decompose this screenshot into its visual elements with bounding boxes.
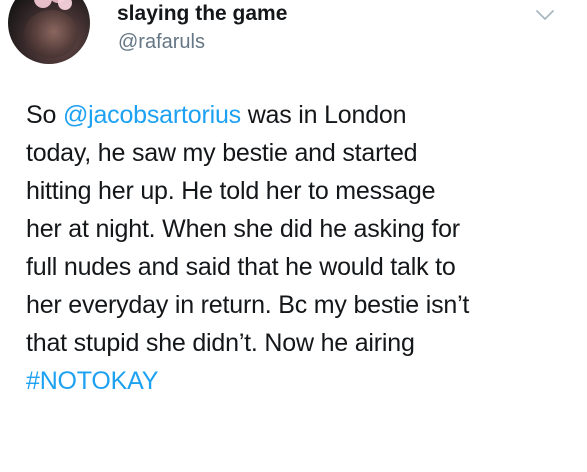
avatar[interactable] bbox=[8, 0, 90, 64]
tweet-line: hitting her up. He told her to message bbox=[26, 177, 436, 205]
flower-decoration bbox=[34, 0, 52, 8]
tweet-text: So @jacobsartorius was in London today, … bbox=[26, 96, 574, 400]
tweet-text-segment: was in London bbox=[240, 101, 407, 129]
chevron-down-icon[interactable] bbox=[534, 6, 556, 24]
avatar-photo bbox=[24, 10, 78, 58]
hashtag-link[interactable]: #NOTOKAY bbox=[26, 362, 574, 400]
tweet-line: So @jacobsartorius was in London bbox=[26, 96, 574, 134]
display-name[interactable]: slaying the game bbox=[117, 1, 287, 27]
tweet-card: slaying the game @rafaruls So @jacobsart… bbox=[0, 0, 587, 472]
tweet-line: today, he saw my bestie and started bbox=[26, 139, 418, 167]
flower-decoration bbox=[58, 0, 72, 10]
tweet-line: her everyday in return. Bc my bestie isn… bbox=[26, 291, 470, 319]
tweet-line: full nudes and said that he would talk t… bbox=[26, 253, 456, 281]
mention-link[interactable]: @jacobsartorius bbox=[63, 101, 241, 129]
tweet-line: that stupid she didn’t. Now he airing bbox=[26, 329, 415, 357]
tweet-line: her at night. When she did he asking for bbox=[26, 215, 460, 243]
tweet-text-segment: So bbox=[26, 101, 63, 129]
user-handle[interactable]: @rafaruls bbox=[118, 30, 205, 54]
